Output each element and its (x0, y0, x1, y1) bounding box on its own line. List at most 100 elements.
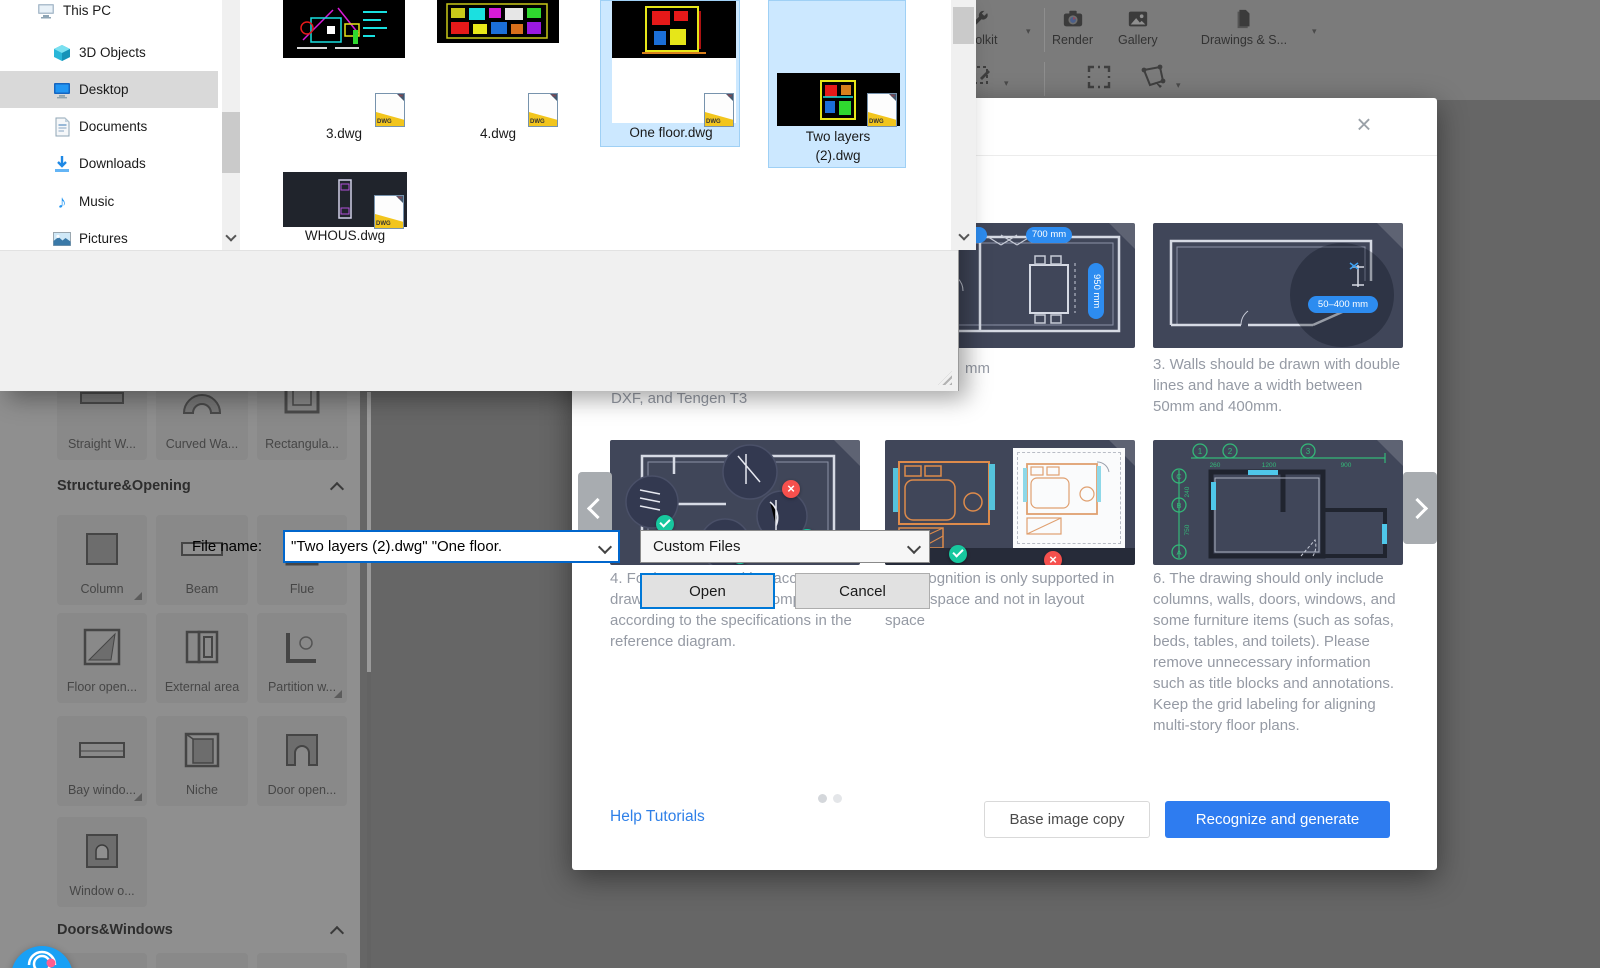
support-fab-button[interactable] (11, 946, 73, 968)
drawings-label: Drawings & S... (1200, 33, 1288, 47)
instruction-3: 3. Walls should be drawn with double lin… (1153, 356, 1401, 415)
dwg-thumbnail[interactable] (283, 0, 405, 58)
tile-floor-opening[interactable]: Floor open... (57, 613, 147, 703)
dimension-badge: 50–400 mm (1308, 296, 1378, 313)
nav-scrollbar[interactable] (222, 0, 240, 250)
plan-illustration-3: 50–400 mm (1153, 223, 1403, 348)
sidebar-item-label: 3D Objects (79, 45, 146, 60)
close-icon[interactable]: × (1349, 110, 1379, 140)
this-pc-icon (38, 3, 54, 18)
sidebar-item-3d-objects[interactable]: 3D Objects (0, 34, 218, 71)
tile-partition-wall[interactable]: Partition w... (257, 613, 347, 703)
collapse-icon[interactable] (329, 481, 345, 497)
magic-select-dropdown-icon[interactable]: ▾ (1004, 78, 1009, 89)
file-tile-one-floor[interactable]: DWG ™ One floor.dwg (600, 0, 740, 147)
base-image-copy-button[interactable]: Base image copy (984, 801, 1150, 838)
tile-beam[interactable]: Beam (156, 515, 248, 605)
dwg-thumbnail[interactable] (437, 0, 559, 43)
drawings-button[interactable]: Drawings & S... (1184, 8, 1304, 47)
tile-bay-window[interactable]: Bay windo... (57, 716, 147, 806)
chevron-down-icon (957, 229, 970, 241)
files-scrollbar[interactable] (951, 0, 976, 250)
check-badge (949, 545, 967, 563)
nav-scrollbar-thumb[interactable] (222, 112, 240, 173)
dwg-file-icon: DWG ™ (374, 195, 404, 229)
recognize-and-generate-button[interactable]: Recognize and generate (1165, 801, 1390, 838)
carousel-next-button[interactable] (1403, 472, 1437, 544)
nav-scroll-down-button[interactable] (222, 226, 240, 246)
sidebar-item-downloads[interactable]: Downloads (0, 145, 218, 182)
app-toolbar: Toolkit ▾ Render Gallery Drawings & S...… (940, 0, 1600, 100)
door-opening-icon (286, 734, 318, 766)
render-button[interactable]: Render (1052, 8, 1093, 47)
tile-door-opening[interactable]: Door open... (257, 716, 347, 806)
tile-window-opening[interactable]: Window o... (57, 817, 147, 907)
chevron-left-icon (586, 497, 609, 519)
more-options-icon (134, 592, 142, 600)
sidebar-item-desktop[interactable]: Desktop (0, 71, 218, 108)
svg-text:B: B (1176, 501, 1181, 510)
file-name-combo (283, 530, 620, 563)
toolkit-dropdown-icon[interactable]: ▾ (1026, 26, 1031, 37)
sidebar-item-label: Music (79, 194, 115, 209)
section-title: Doors&Windows (57, 922, 173, 938)
file-type-select[interactable]: Custom Files (640, 530, 930, 563)
gallery-button[interactable]: Gallery (1118, 8, 1158, 47)
sidebar-item-documents[interactable]: Documents (0, 108, 218, 145)
floor-opening-icon (83, 628, 121, 666)
tile-label: Window o... (69, 884, 135, 898)
svg-text:3: 3 (1306, 447, 1311, 456)
tile-label: Straight W... (67, 437, 137, 451)
file-name-label: One floor.dwg (629, 125, 713, 140)
help-tutorials-link[interactable]: Help Tutorials (610, 808, 705, 826)
files-scrollbar-thumb[interactable] (953, 7, 974, 44)
sidebar-item-music[interactable]: ♪ Music (0, 183, 218, 220)
tile-external-area[interactable]: External area (156, 613, 248, 703)
resize-grip[interactable] (938, 371, 952, 385)
sidebar-item-this-pc[interactable]: This PC (0, 0, 218, 29)
polygon-edit-dropdown-icon[interactable]: ▾ (1176, 80, 1181, 91)
selection-frame-icon (1087, 65, 1111, 89)
tile-label: Door open... (267, 783, 337, 797)
section-structure-opening[interactable]: Structure&Opening (57, 478, 191, 494)
file-name-field-label: File name: (192, 538, 263, 555)
niche-icon (184, 732, 220, 768)
error-badge: × (782, 480, 800, 498)
curved-wall-icon (182, 394, 222, 414)
file-name-label[interactable]: WHOUS.dwg (305, 228, 385, 243)
carousel-dot-active (818, 794, 827, 803)
file-name-label[interactable]: 3.dwg (326, 126, 362, 141)
file-tile-two-layers[interactable]: DWG ™ Two layers (2).dwg (768, 0, 906, 168)
more-options-icon (334, 690, 342, 698)
file-name-label: (2).dwg (815, 148, 861, 163)
tile-niche[interactable]: Niche (156, 716, 248, 806)
file-name-label[interactable]: 4.dwg (480, 126, 516, 141)
section-doors-windows[interactable]: Doors&Windows (57, 922, 173, 938)
tile-stub[interactable] (156, 953, 248, 968)
tile-column[interactable]: Column (57, 515, 147, 605)
polygon-edit-button[interactable] (1138, 62, 1168, 97)
components-panel: Straight W... Curved Wa... Rectangula...… (0, 368, 360, 968)
partition-wall-icon (286, 633, 316, 663)
collapse-icon[interactable] (329, 925, 345, 941)
tile-stub[interactable] (257, 953, 347, 968)
panel-scrollbar[interactable] (367, 392, 371, 968)
drawings-dropdown-icon[interactable]: ▾ (1312, 26, 1317, 37)
chevron-down-icon (225, 230, 237, 242)
polygon-edit-icon (1141, 64, 1166, 88)
chevron-down-icon[interactable] (597, 539, 613, 554)
sidebar-item-label: Documents (79, 119, 148, 134)
file-type-value: Custom Files (653, 538, 741, 555)
music-icon: ♪ (57, 191, 67, 212)
svg-text:240: 240 (1184, 486, 1191, 497)
files-scroll-down-button[interactable] (953, 224, 974, 246)
tile-label: Curved Wa... (165, 437, 239, 451)
open-button[interactable]: Open (640, 573, 775, 609)
svg-text:1: 1 (1198, 447, 1203, 456)
gallery-icon (1128, 11, 1147, 27)
sidebar-item-label: Pictures (79, 231, 128, 246)
selection-frame-button[interactable] (1086, 64, 1112, 95)
cancel-button[interactable]: Cancel (795, 573, 930, 609)
file-name-input[interactable] (285, 538, 600, 555)
tile-label: Beam (185, 582, 219, 596)
